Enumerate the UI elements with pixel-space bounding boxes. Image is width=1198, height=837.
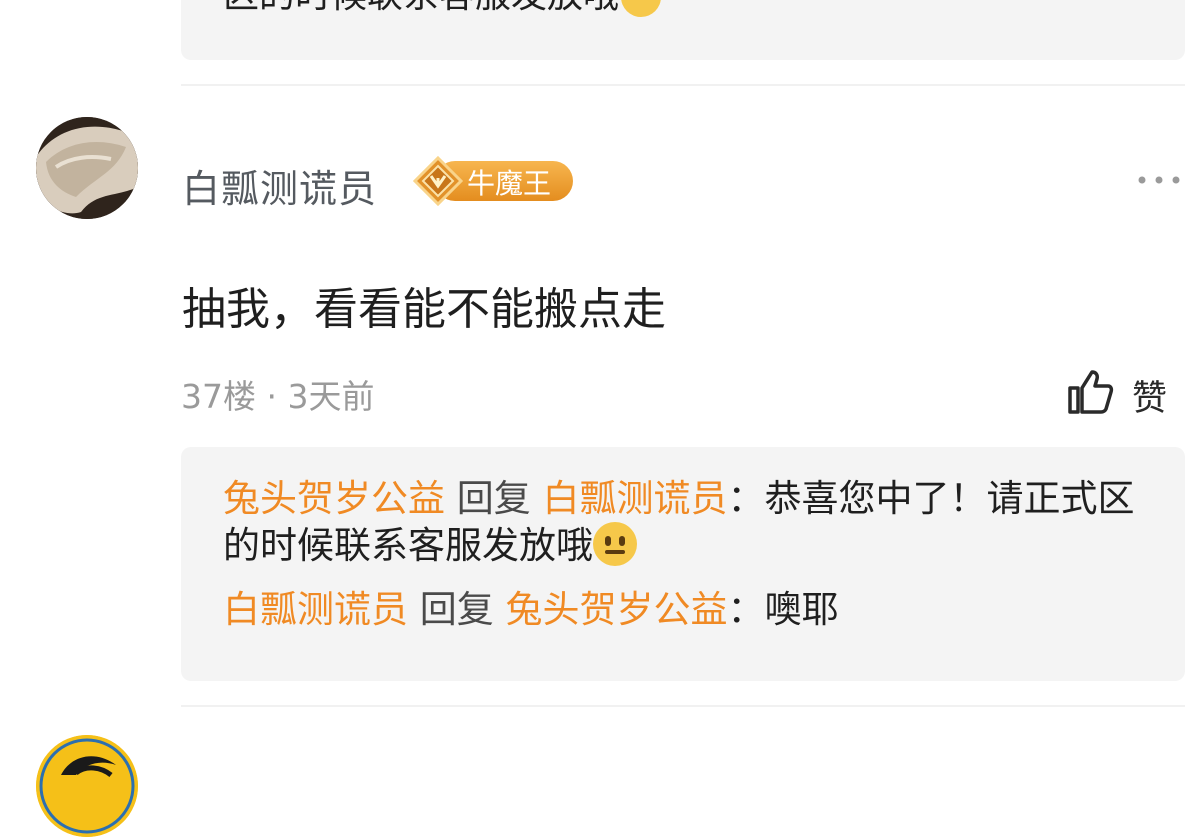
user-level-badge[interactable]: 牛魔王 xyxy=(413,156,575,206)
reply-verb: 回复 xyxy=(456,477,531,520)
badge-label: 牛魔王 xyxy=(467,167,552,200)
comment-divider xyxy=(181,84,1185,86)
thumbs-up-icon[interactable] xyxy=(1066,368,1114,416)
reply-to-user[interactable]: 白瓢测谎员 xyxy=(543,477,728,520)
previous-reply-box: 区的时候联系客服发放哦 xyxy=(181,0,1185,60)
more-options-icon[interactable] xyxy=(1134,170,1184,190)
reply-text: 噢耶 xyxy=(764,588,839,631)
comment-body: 抽我，看看能不能搬点走 xyxy=(182,284,666,335)
user-avatar[interactable] xyxy=(36,117,138,219)
like-button-label[interactable]: 赞 xyxy=(1132,370,1167,421)
badge-shield-icon xyxy=(413,156,463,206)
neutral-face-emoji-icon xyxy=(593,522,637,566)
emoji-icon xyxy=(621,0,662,17)
previous-reply-text: 区的时候联系客服发放哦 xyxy=(223,0,662,18)
floor-number: 37楼 xyxy=(181,377,256,416)
meta-separator: · xyxy=(266,377,278,416)
reply-item[interactable]: 兔头贺岁公益 回复 白瓢测谎员：恭喜您中了！请正式区的时候联系客服发放哦 xyxy=(223,476,1153,569)
reply-from-user[interactable]: 白瓢测谎员 xyxy=(223,588,408,631)
comment-username[interactable]: 白瓢测谎员 xyxy=(182,158,377,213)
next-user-avatar[interactable] xyxy=(36,735,138,837)
replies-box: 兔头贺岁公益 回复 白瓢测谎员：恭喜您中了！请正式区的时候联系客服发放哦 白瓢测… xyxy=(181,447,1185,681)
comment-meta: 37楼 · 3天前 xyxy=(181,370,375,418)
comment-divider xyxy=(181,705,1185,707)
reply-item[interactable]: 白瓢测谎员 回复 兔头贺岁公益：噢耶 xyxy=(223,587,1153,633)
reply-colon: ： xyxy=(727,477,765,520)
reply-verb: 回复 xyxy=(419,588,494,631)
comment-time: 3天前 xyxy=(287,377,375,416)
reply-colon: ： xyxy=(727,588,765,631)
reply-to-user[interactable]: 兔头贺岁公益 xyxy=(506,588,728,631)
reply-from-user[interactable]: 兔头贺岁公益 xyxy=(223,477,445,520)
